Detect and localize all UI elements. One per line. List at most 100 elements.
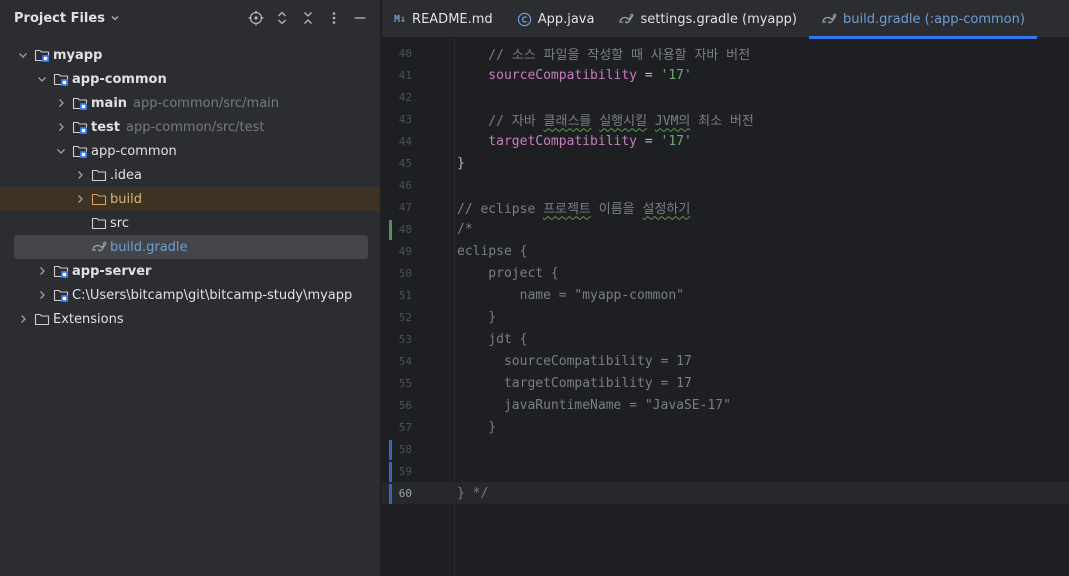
code-text: } xyxy=(457,156,465,171)
code-text: javaRuntimeName = "JavaSE-17" xyxy=(457,398,731,413)
code-token: 실행시킬 xyxy=(599,113,648,129)
collapse-all-icon[interactable] xyxy=(298,8,318,28)
tree-item[interactable]: .idea xyxy=(0,163,380,187)
tree-item-label: app-common xyxy=(72,71,167,87)
line-number: 56 xyxy=(398,398,412,412)
code-text: } xyxy=(457,310,496,325)
code-line[interactable]: 56 javaRuntimeName = "JavaSE-17" xyxy=(382,394,1069,416)
tree-item[interactable]: main app-common/src/main xyxy=(0,91,380,115)
more-options-icon[interactable] xyxy=(324,8,344,28)
code-token: // 자바 xyxy=(457,113,544,129)
code-line[interactable]: 46 xyxy=(382,174,1069,196)
line-number: 60 xyxy=(398,486,412,500)
markdown-icon: M↓ xyxy=(394,13,407,25)
folder-orange-icon xyxy=(91,191,107,207)
code-line[interactable]: 42 xyxy=(382,86,1069,108)
line-number: 49 xyxy=(398,244,412,258)
code-text: sourceCompatibility = '17' xyxy=(457,68,692,83)
tree-item[interactable]: build xyxy=(0,187,380,211)
code-text: /* xyxy=(457,222,473,237)
code-text: // 소스 파일을 작성할 때 사용할 자바 버전 xyxy=(457,44,750,63)
chevron-down-icon[interactable] xyxy=(16,48,30,62)
chevron-down-icon[interactable] xyxy=(54,144,68,158)
tree-item-label: Extensions xyxy=(53,311,124,327)
chevron-right-icon[interactable] xyxy=(54,96,68,110)
code-line[interactable]: 58 xyxy=(382,438,1069,460)
chevron-down-icon[interactable] xyxy=(35,72,49,86)
code-editor[interactable]: 40 // 소스 파일을 작성할 때 사용할 자바 버전 41 sourceCom… xyxy=(382,39,1069,576)
tree-item[interactable]: Extensions xyxy=(0,307,380,331)
code-token: 최소 버전 xyxy=(690,113,754,129)
module-folder-icon xyxy=(53,71,69,87)
tree-item-label: test xyxy=(91,119,120,135)
code-line[interactable]: 52 } xyxy=(382,306,1069,328)
code-line[interactable]: 43 // 자바 클래스를 실행시킬 JVM의 최소 버전 xyxy=(382,108,1069,130)
tree-item[interactable]: app-common xyxy=(0,139,380,163)
vcs-change-marker[interactable] xyxy=(389,220,392,240)
code-line[interactable]: 41 sourceCompatibility = '17' xyxy=(382,64,1069,86)
editor-tab[interactable]: M↓ README.md xyxy=(382,0,505,38)
code-token: targetCompatibility = 17 xyxy=(457,375,692,391)
tree-item[interactable]: build.gradle xyxy=(0,235,380,259)
code-text: } xyxy=(457,420,496,435)
chevron-down-icon[interactable] xyxy=(110,13,120,23)
chevron-right-icon[interactable] xyxy=(35,264,49,278)
code-line[interactable]: 54 sourceCompatibility = 17 xyxy=(382,350,1069,372)
locate-icon[interactable] xyxy=(246,8,266,28)
vcs-change-marker[interactable] xyxy=(389,462,392,482)
vcs-change-marker[interactable] xyxy=(389,440,392,460)
code-line[interactable]: 40 // 소스 파일을 작성할 때 사용할 자바 버전 xyxy=(382,42,1069,64)
code-token: 프로젝트 xyxy=(543,201,591,217)
line-number: 41 xyxy=(398,68,412,82)
line-number: 45 xyxy=(398,156,412,170)
line-number: 53 xyxy=(398,332,412,346)
code-text: targetCompatibility = '17' xyxy=(457,134,692,149)
code-line[interactable]: 53 jdt { xyxy=(382,328,1069,350)
code-text: eclipse { xyxy=(457,244,527,259)
code-line[interactable]: 45} xyxy=(382,152,1069,174)
line-number: 48 xyxy=(398,222,412,236)
code-token: name = "myapp-common" xyxy=(457,287,684,303)
code-line[interactable]: 47 // eclipse 프로젝트 이름을 설정하기 xyxy=(382,196,1069,218)
code-line[interactable]: 48 /* xyxy=(382,218,1069,240)
chevron-right-icon[interactable] xyxy=(73,192,87,206)
minimize-icon[interactable] xyxy=(350,8,370,28)
tree-item[interactable]: test app-common/src/test xyxy=(0,115,380,139)
gradle-icon xyxy=(618,11,634,27)
code-line[interactable]: 55 targetCompatibility = 17 xyxy=(382,372,1069,394)
tree-item[interactable]: myapp xyxy=(0,43,380,67)
tree-item-label: src xyxy=(110,215,129,231)
expand-all-icon[interactable] xyxy=(272,8,292,28)
tree-item[interactable]: src xyxy=(0,211,380,235)
tree-item[interactable]: app-server xyxy=(0,259,380,283)
panel-title[interactable]: Project Files xyxy=(14,11,105,26)
editor-tab[interactable]: build.gradle (:app-common) xyxy=(808,0,1037,39)
code-text: name = "myapp-common" xyxy=(457,288,684,303)
line-number: 50 xyxy=(398,266,412,280)
code-line[interactable]: 57 } xyxy=(382,416,1069,438)
code-line[interactable]: 50 project { xyxy=(382,262,1069,284)
chevron-right-icon[interactable] xyxy=(54,120,68,134)
code-line[interactable]: 51 name = "myapp-common" xyxy=(382,284,1069,306)
vcs-change-marker[interactable] xyxy=(389,484,392,504)
code-line[interactable]: 60} */ xyxy=(382,482,1069,504)
code-line[interactable]: 59 xyxy=(382,460,1069,482)
chevron-right-icon[interactable] xyxy=(73,168,87,182)
line-number: 44 xyxy=(398,134,412,148)
line-number: 42 xyxy=(398,90,412,104)
code-line[interactable]: 49 eclipse { xyxy=(382,240,1069,262)
code-line[interactable]: 44 targetCompatibility = '17' xyxy=(382,130,1069,152)
editor-tab[interactable]: App.java xyxy=(505,0,607,38)
tree-item[interactable]: app-common xyxy=(0,67,380,91)
chevron-right-icon[interactable] xyxy=(35,288,49,302)
line-number: 47 xyxy=(398,200,412,214)
code-token: } xyxy=(457,155,465,171)
editor-tab[interactable]: settings.gradle (myapp) xyxy=(606,0,809,38)
chevron-right-icon[interactable] xyxy=(16,312,30,326)
code-token: 클래스를 xyxy=(543,113,592,129)
module-folder-icon xyxy=(53,287,69,303)
tree-item[interactable]: C:\Users\bitcamp\git\bitcamp-study\myapp xyxy=(0,283,380,307)
code-text: jdt { xyxy=(457,332,527,347)
tab-label: build.gradle (:app-common) xyxy=(842,11,1025,27)
tree-item-label: myapp xyxy=(53,47,103,63)
